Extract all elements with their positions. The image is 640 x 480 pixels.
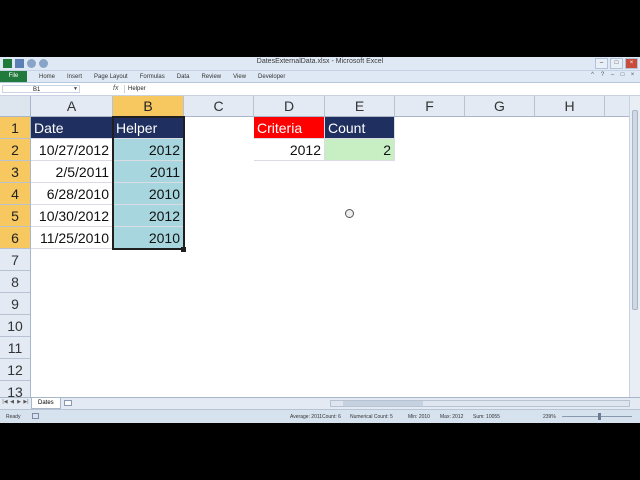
tab-view[interactable]: View [233, 74, 246, 80]
ribbon-controls: ^ ? – □ × [589, 72, 636, 79]
column-header-g[interactable]: G [465, 96, 535, 117]
row-header-10[interactable]: 10 [0, 315, 31, 337]
tab-insert[interactable]: Insert [67, 74, 82, 80]
row-header-2[interactable]: 2 [0, 139, 31, 161]
tab-formulas[interactable]: Formulas [140, 74, 165, 80]
row-header-12[interactable]: 12 [0, 359, 31, 381]
insert-sheet-icon[interactable] [64, 400, 72, 406]
title-bar: DatesExternalData.xlsx - Microsoft Excel… [0, 57, 640, 71]
horizontal-scrollbar[interactable] [330, 400, 630, 407]
workbook-restore-icon[interactable]: □ [619, 72, 626, 79]
column-header-e[interactable]: E [325, 96, 395, 117]
sheet-tab-bar: |◀ ◀ ▶ ▶| Dates [0, 397, 640, 409]
status-count: Count: 6 [322, 414, 341, 420]
tab-file[interactable]: File [0, 71, 27, 82]
status-numerical-count: Numerical Count: 5 [350, 414, 393, 420]
minimize-icon[interactable]: – [595, 58, 608, 69]
cell-b1[interactable]: Helper [113, 117, 184, 139]
name-box[interactable]: B1 [2, 85, 80, 93]
tab-page-layout[interactable]: Page Layout [94, 74, 128, 80]
tab-review[interactable]: Review [201, 74, 221, 80]
insert-function-icon[interactable]: fx [113, 85, 118, 92]
cell-e2[interactable]: 2 [325, 139, 395, 161]
help-icon[interactable]: ? [599, 72, 606, 79]
horizontal-scroll-thumb[interactable] [343, 401, 423, 406]
cell-a3[interactable]: 2/5/2011 [31, 161, 113, 183]
chevron-down-icon[interactable]: ▼ [73, 86, 78, 92]
status-average: Average: 2011 [290, 414, 323, 420]
window-controls: – □ × [595, 58, 638, 69]
row-header-3[interactable]: 3 [0, 161, 31, 183]
row-header-7[interactable]: 7 [0, 249, 31, 271]
macro-record-icon[interactable] [32, 413, 39, 419]
select-all-corner[interactable] [0, 96, 31, 117]
column-header-c[interactable]: C [184, 96, 254, 117]
zoom-level[interactable]: 239% [543, 414, 556, 420]
cell-b5[interactable]: 2012 [113, 205, 184, 227]
status-max: Max: 2012 [440, 414, 464, 420]
tab-developer[interactable]: Developer [258, 74, 285, 80]
next-sheet-icon[interactable]: ▶ [16, 399, 22, 405]
zoom-slider-handle[interactable] [598, 413, 601, 420]
maximize-icon[interactable]: □ [610, 58, 623, 69]
tab-data[interactable]: Data [177, 74, 190, 80]
zoom-slider[interactable] [562, 416, 632, 417]
status-sum: Sum: 10055 [473, 414, 500, 420]
cell-d2[interactable]: 2012 [254, 139, 325, 161]
row-header-11[interactable]: 11 [0, 337, 31, 359]
close-icon[interactable]: × [625, 58, 638, 69]
row-header-5[interactable]: 5 [0, 205, 31, 227]
vertical-scrollbar[interactable] [629, 96, 640, 397]
ribbon-minimize-icon[interactable]: ^ [589, 72, 596, 79]
status-ready: Ready [6, 414, 21, 420]
cell-e1[interactable]: Count [325, 117, 395, 139]
cell-b4[interactable]: 2010 [113, 183, 184, 205]
cell-a2[interactable]: 10/27/2012 [31, 139, 113, 161]
column-header-i[interactable] [605, 96, 629, 117]
column-header-d[interactable]: D [254, 96, 325, 117]
workbook-minimize-icon[interactable]: – [609, 72, 616, 79]
last-sheet-icon[interactable]: ▶| [23, 399, 29, 405]
column-header-f[interactable]: F [395, 96, 465, 117]
prev-sheet-icon[interactable]: ◀ [9, 399, 15, 405]
column-header-b[interactable]: B [113, 96, 184, 117]
cell-b3[interactable]: 2011 [113, 161, 184, 183]
row-header-6[interactable]: 6 [0, 227, 31, 249]
excel-window: DatesExternalData.xlsx - Microsoft Excel… [0, 57, 640, 423]
fill-handle[interactable] [181, 247, 186, 252]
workbook-close-icon[interactable]: × [629, 72, 636, 79]
column-header-h[interactable]: H [535, 96, 605, 117]
cell-a1[interactable]: Date [31, 117, 113, 139]
row-header-9[interactable]: 9 [0, 293, 31, 315]
formula-input[interactable]: Helper [124, 85, 633, 93]
worksheet-grid[interactable]: A B C D E F G H 1 2 3 4 5 6 7 8 9 10 11 … [0, 96, 629, 397]
row-header-1[interactable]: 1 [0, 117, 31, 139]
cell-a6[interactable]: 11/25/2010 [31, 227, 113, 249]
cell-b2[interactable]: 2012 [113, 139, 184, 161]
mouse-cursor-icon [345, 209, 354, 218]
ribbon-tabs: File Home Insert Page Layout Formulas Da… [0, 71, 640, 83]
row-header-13[interactable]: 13 [0, 381, 31, 397]
cell-a5[interactable]: 10/30/2012 [31, 205, 113, 227]
window-title: DatesExternalData.xlsx - Microsoft Excel [256, 58, 384, 65]
cell-b6[interactable]: 2010 [113, 227, 184, 249]
status-bar: Ready Average: 2011 Count: 6 Numerical C… [0, 409, 640, 423]
sheet-tab-dates[interactable]: Dates [31, 398, 61, 409]
row-header-4[interactable]: 4 [0, 183, 31, 205]
formula-bar: B1 ▼ fx Helper [0, 84, 640, 96]
tab-home[interactable]: Home [39, 74, 55, 80]
cell-d1[interactable]: Criteria [254, 117, 325, 139]
status-min: Min: 2010 [408, 414, 430, 420]
column-header-a[interactable]: A [31, 96, 113, 117]
row-header-8[interactable]: 8 [0, 271, 31, 293]
first-sheet-icon[interactable]: |◀ [2, 399, 8, 405]
cell-a4[interactable]: 6/28/2010 [31, 183, 113, 205]
vertical-scroll-thumb[interactable] [632, 110, 638, 310]
sheet-navigation: |◀ ◀ ▶ ▶| [2, 399, 29, 405]
